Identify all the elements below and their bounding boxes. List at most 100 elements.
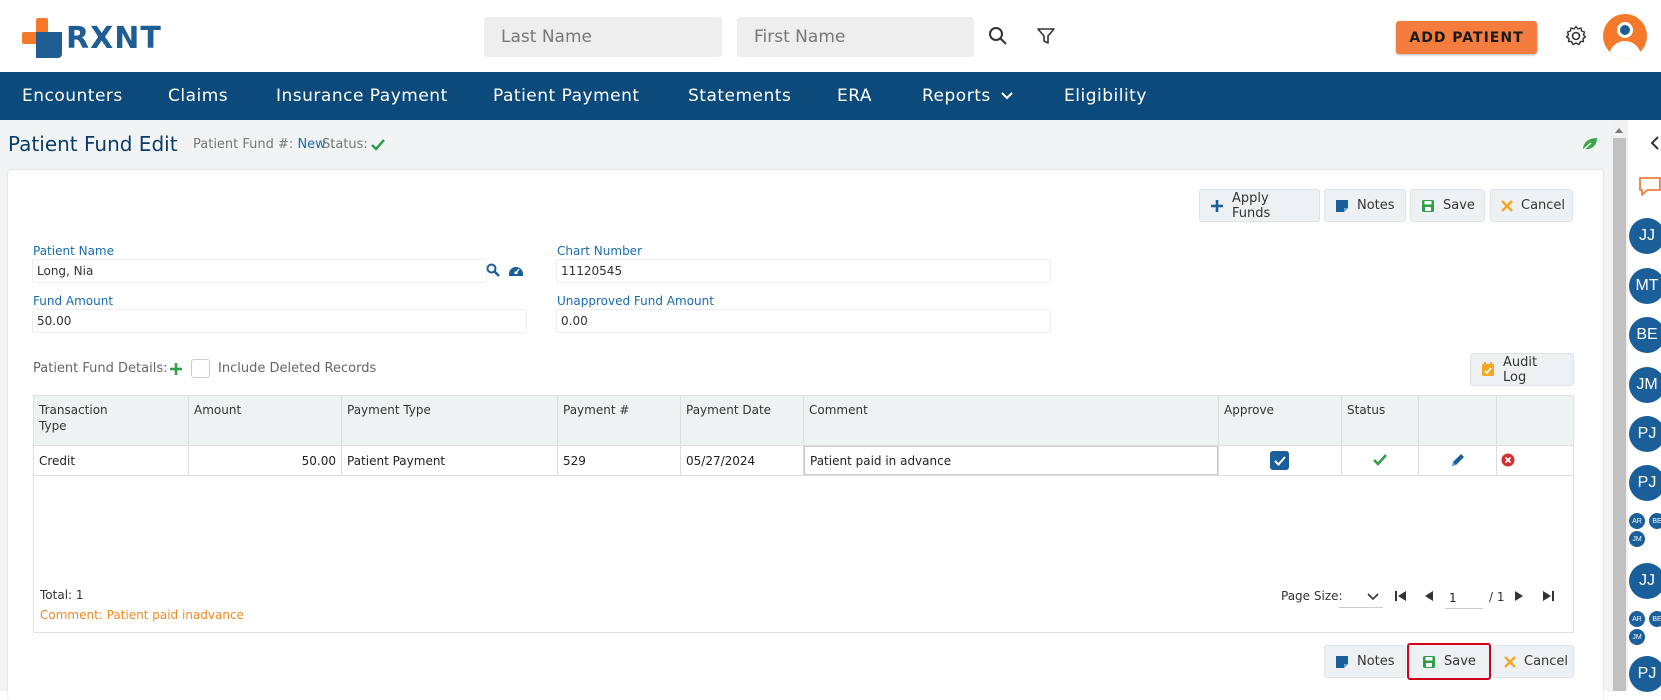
col-payment-number: Payment # (563, 403, 630, 417)
fund-number-label: Patient Fund #: (193, 137, 294, 152)
status-label: Status: (322, 137, 368, 152)
cell-payment-type: Patient Payment (347, 454, 446, 468)
first-page-icon[interactable] (1394, 590, 1408, 602)
col-payment-type: Payment Type (347, 403, 431, 417)
page-status: Status: (322, 137, 385, 152)
bottom-notes-button[interactable]: Notes (1324, 645, 1406, 678)
bottom-save-button[interactable]: Save (1407, 643, 1491, 680)
cell-comment-input[interactable]: Patient paid in advance (804, 446, 1218, 475)
fund-amount-input[interactable]: 50.00 (32, 309, 527, 333)
user-bubble[interactable]: PJ (1629, 656, 1661, 692)
plus-icon (1210, 199, 1224, 213)
bottom-cancel-button[interactable]: Cancel (1493, 645, 1574, 678)
user-bubble[interactable]: PJ (1629, 416, 1661, 452)
page-size-label: Page Size: (1281, 589, 1343, 603)
save-button[interactable]: Save (1410, 189, 1485, 222)
edit-pencil-icon[interactable] (1450, 452, 1466, 468)
table-row[interactable]: Credit 50.00 Patient Payment 529 05/27/2… (34, 446, 1573, 476)
include-deleted-label: Include Deleted Records (218, 361, 377, 376)
chevron-down-icon (1001, 92, 1013, 100)
small-user-bubble[interactable]: BE (1649, 611, 1661, 627)
scroll-thumb[interactable] (1613, 138, 1626, 691)
col-payment-date: Payment Date (686, 403, 772, 417)
first-name-input[interactable]: First Name (737, 17, 974, 57)
fund-details-label: Patient Fund Details: (33, 361, 168, 376)
user-bubble[interactable]: JM (1629, 367, 1661, 403)
chart-number-input[interactable]: 11120545 (556, 259, 1051, 283)
patient-dashboard-icon[interactable] (508, 263, 524, 277)
collapse-chevron-icon[interactable] (1650, 136, 1660, 150)
logo-text: RXNT (66, 20, 162, 56)
rxnt-logo[interactable]: RXNT (22, 18, 162, 58)
floppy-icon (1422, 655, 1436, 669)
delete-icon[interactable] (1501, 453, 1515, 467)
col-status: Status (1347, 403, 1386, 417)
user-bubble[interactable]: BE (1629, 317, 1661, 353)
cell-payment-date: 05/27/2024 (686, 454, 756, 468)
cancel-label: Cancel (1521, 198, 1566, 213)
cell-amount: 50.00 (301, 454, 336, 468)
close-icon (1501, 199, 1513, 213)
next-page-icon[interactable] (1513, 590, 1525, 602)
small-user-bubble[interactable]: BE (1649, 513, 1661, 529)
user-bubble[interactable]: JJ (1629, 563, 1661, 599)
apply-funds-label: Apply Funds (1232, 190, 1271, 221)
nav-eligibility[interactable]: Eligibility (1064, 72, 1147, 120)
last-page-icon[interactable] (1541, 590, 1555, 602)
page-title: Patient Fund Edit (8, 132, 178, 156)
include-deleted-checkbox[interactable] (191, 359, 210, 378)
gear-icon[interactable] (1564, 24, 1588, 48)
note-icon (1335, 199, 1349, 213)
col-amount: Amount (194, 403, 242, 417)
user-bubble[interactable]: JJ (1629, 218, 1661, 254)
unapproved-fund-input[interactable]: 0.00 (556, 309, 1051, 333)
audit-log-button[interactable]: Audit Log (1470, 353, 1574, 386)
nav-insurance-payment[interactable]: Insurance Payment (276, 72, 448, 120)
patient-search-icon[interactable] (486, 263, 500, 277)
bottom-save-label: Save (1444, 654, 1476, 669)
page-size-select[interactable] (1339, 586, 1383, 608)
notes-button[interactable]: Notes (1324, 189, 1406, 222)
last-name-input[interactable]: Last Name (484, 17, 722, 57)
col-comment: Comment (809, 403, 868, 417)
floppy-icon (1421, 199, 1435, 213)
search-icon[interactable] (987, 25, 1009, 47)
check-icon (370, 138, 385, 151)
page-total: / 1 (1489, 590, 1505, 604)
calendar-check-icon (1481, 362, 1495, 377)
main-nav: Encounters Claims Insurance Payment Pati… (0, 72, 1661, 120)
user-bubble[interactable]: PJ (1629, 465, 1661, 501)
small-user-bubble[interactable]: AR (1629, 513, 1645, 529)
cancel-button[interactable]: Cancel (1490, 189, 1573, 222)
nav-reports[interactable]: Reports (922, 72, 1013, 120)
page-number-input[interactable]: 1 (1445, 587, 1483, 609)
small-user-bubble[interactable]: JM (1629, 531, 1645, 547)
nav-statements[interactable]: Statements (688, 72, 791, 120)
apply-funds-button[interactable]: Apply Funds (1199, 189, 1320, 222)
right-sidebar: JJ MT BE JM PJ PJ AR BE JM JJ AR BE JM P… (1628, 120, 1661, 692)
add-detail-icon[interactable] (169, 362, 183, 376)
user-bubble[interactable]: MT (1629, 268, 1661, 304)
cell-transaction-type: Credit (39, 454, 76, 468)
nav-patient-payment[interactable]: Patient Payment (493, 72, 640, 120)
col-transaction-type: Transaction Type (39, 403, 108, 433)
unapproved-fund-label: Unapproved Fund Amount (557, 294, 714, 308)
scroll-up-icon[interactable] (1614, 126, 1624, 134)
grid-total: Total: 1 (40, 588, 84, 602)
nav-encounters[interactable]: Encounters (22, 72, 123, 120)
nav-claims[interactable]: Claims (168, 72, 228, 120)
patient-name-input[interactable]: Long, Nia (32, 259, 487, 283)
logo-cross-icon (22, 18, 62, 58)
nav-era[interactable]: ERA (837, 72, 872, 120)
prev-page-icon[interactable] (1423, 590, 1435, 602)
small-user-bubble[interactable]: AR (1629, 611, 1645, 627)
add-patient-button[interactable]: ADD PATIENT (1396, 21, 1537, 54)
approve-checkbox[interactable] (1270, 451, 1289, 470)
fund-number: Patient Fund #: New (193, 137, 326, 152)
filter-icon[interactable] (1035, 25, 1057, 47)
small-user-bubble[interactable]: JM (1629, 629, 1645, 645)
fund-details-grid: Transaction Type Amount Payment Type Paym… (33, 395, 1574, 633)
chat-icon[interactable] (1638, 176, 1661, 198)
user-avatar[interactable] (1603, 14, 1647, 58)
leaf-icon (1581, 138, 1597, 152)
